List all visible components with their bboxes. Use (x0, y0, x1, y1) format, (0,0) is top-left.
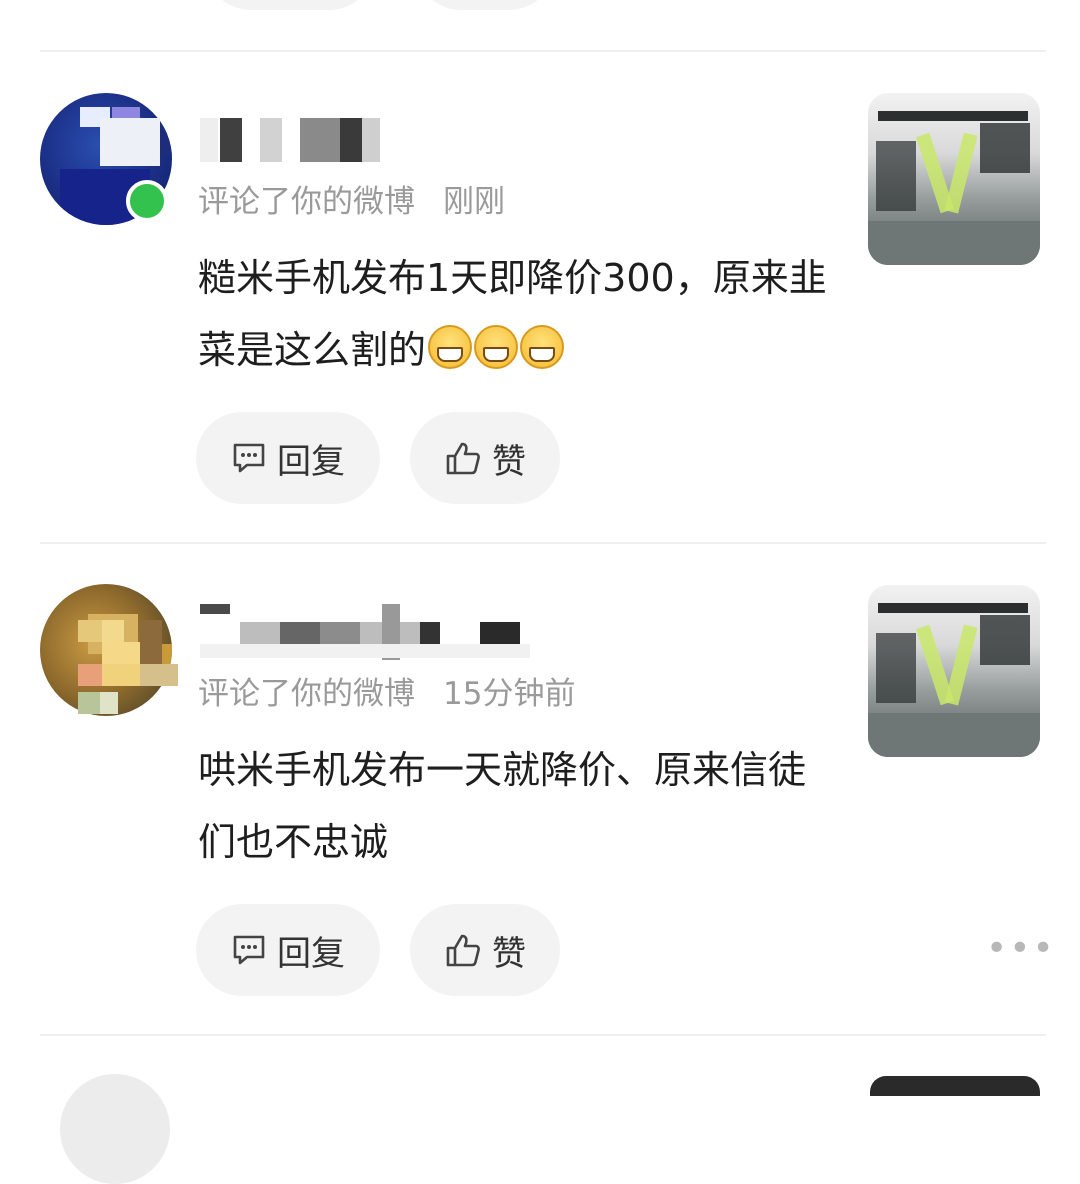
reply-button[interactable]: 回复 (196, 412, 380, 504)
weibo-thumbnail[interactable] (868, 585, 1040, 757)
divider (40, 542, 1046, 544)
avatar-mosaic (100, 118, 160, 166)
comment-text: 哄米手机发布一天就降价、原来信徒们也不忠诚 (198, 734, 818, 878)
thumbs-up-icon (446, 934, 480, 967)
comment-text: 糙米手机发布1天即降价300，原来韭菜是这么割的 (198, 242, 838, 386)
weibo-thumbnail[interactable] (868, 93, 1040, 265)
comment-meta: 评论了你的微博 15分钟前 (198, 668, 575, 713)
comment-bubble-icon (233, 935, 265, 965)
like-button-previous[interactable] (415, 0, 555, 10)
reply-button[interactable]: 回复 (196, 904, 380, 996)
like-button[interactable]: 赞 (410, 904, 560, 996)
thumbnail-next[interactable] (870, 1076, 1040, 1096)
like-label: 赞 (492, 933, 526, 974)
avatar-mosaic (78, 620, 178, 720)
reply-label: 回复 (277, 441, 345, 482)
comment-bubble-icon (233, 443, 265, 473)
grinning-face-icon (474, 325, 519, 369)
username-redacted[interactable] (200, 604, 540, 660)
avatar-next[interactable] (60, 1074, 170, 1184)
divider (40, 1034, 1046, 1036)
username-redacted[interactable] (200, 118, 385, 162)
comment-time: 15分钟前 (443, 676, 576, 712)
reply-button-previous[interactable] (205, 0, 375, 10)
more-options-icon[interactable]: ••• (986, 928, 1056, 969)
comment-meta: 评论了你的微博 刚刚 (198, 176, 505, 221)
comment-body: 哄米手机发布一天就降价、原来信徒们也不忠诚 (198, 748, 807, 864)
like-label: 赞 (492, 441, 526, 482)
like-button[interactable]: 赞 (410, 412, 560, 504)
comment-action: 评论了你的微博 (198, 676, 415, 712)
comment-action: 评论了你的微博 (198, 184, 415, 220)
comment-time: 刚刚 (443, 184, 505, 220)
thumbs-up-icon (446, 442, 480, 475)
grinning-face-icon (428, 325, 473, 369)
grinning-face-icon (520, 325, 565, 369)
reply-label: 回复 (277, 933, 345, 974)
divider (40, 50, 1046, 52)
online-status-icon (126, 180, 168, 222)
